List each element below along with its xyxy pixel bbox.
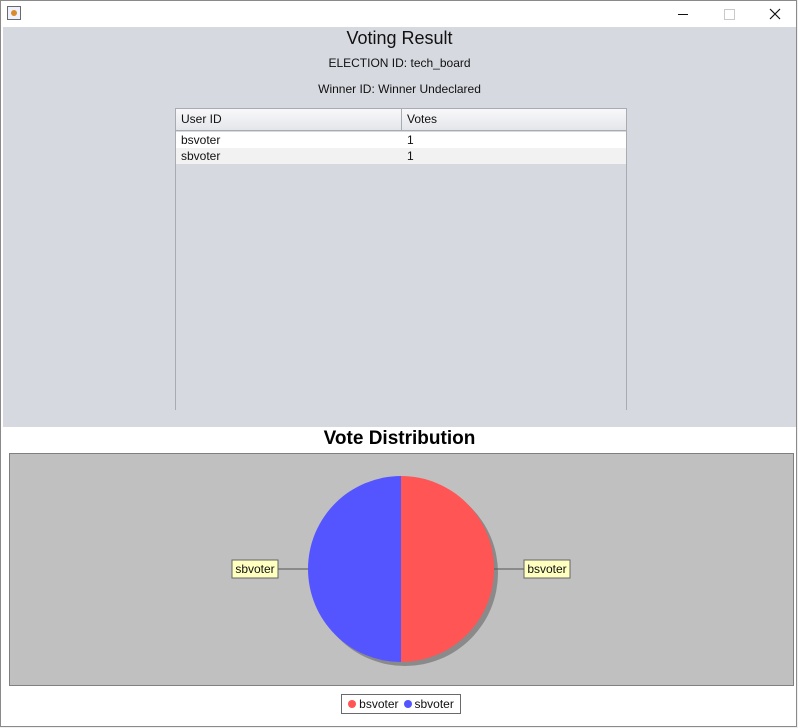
table-cell-user-id: sbvoter <box>181 149 221 163</box>
pie-slice-sbvoter <box>308 476 401 662</box>
winner-info: Winner ID: Winner Undeclared <box>3 82 796 96</box>
chart-title: Vote Distribution <box>323 428 476 449</box>
election-label: ELECTION ID: <box>328 56 408 70</box>
maximize-button[interactable] <box>706 1 752 27</box>
table-cell-votes: 1 <box>407 133 414 147</box>
table-cell-votes: 1 <box>407 149 414 163</box>
winner-id: Winner Undeclared <box>378 82 481 96</box>
table-row[interactable]: sbvoter 1 <box>176 148 626 164</box>
pie-chart: bsvoter sbvoter <box>231 476 571 666</box>
results-table[interactable]: User ID Votes bsvoter 1 sbvoter 1 <box>175 108 627 410</box>
legend-swatch <box>348 700 357 708</box>
legend-item: sbvoter <box>403 697 454 711</box>
winner-label: Winner ID: <box>318 82 375 96</box>
minimize-button[interactable] <box>660 1 706 27</box>
column-header-user-id[interactable]: User ID <box>176 109 402 130</box>
java-app-icon[interactable] <box>7 6 21 20</box>
election-info: ELECTION ID: tech_board <box>3 56 796 70</box>
slice-label: bsvoter <box>527 562 566 576</box>
column-header-votes[interactable]: Votes <box>402 109 626 130</box>
app-window: Voting Result ELECTION ID: tech_board Wi… <box>0 0 797 727</box>
maximize-icon <box>723 8 735 20</box>
legend-item: bsvoter <box>348 697 399 711</box>
election-id: tech_board <box>410 56 471 70</box>
results-panel: Voting Result ELECTION ID: tech_board Wi… <box>3 27 796 427</box>
page-title: Voting Result <box>346 28 453 48</box>
slice-label: sbvoter <box>235 562 274 576</box>
content-area: Voting Result ELECTION ID: tech_board Wi… <box>3 27 796 726</box>
minimize-icon <box>678 13 688 15</box>
chart-plot-area: bsvoter sbvoter <box>9 453 794 686</box>
pie-slice-bsvoter <box>401 476 494 662</box>
chart-legend: bsvoter sbvoter <box>341 694 461 714</box>
legend-label: bsvoter <box>359 697 399 711</box>
legend-swatch <box>403 700 412 708</box>
table-row[interactable]: bsvoter 1 <box>176 132 626 148</box>
title-bar <box>1 1 796 27</box>
legend-label: sbvoter <box>414 697 454 711</box>
table-header: User ID Votes <box>176 109 626 131</box>
close-icon <box>769 8 781 20</box>
table-cell-user-id: bsvoter <box>181 133 221 147</box>
close-button[interactable] <box>752 1 798 27</box>
